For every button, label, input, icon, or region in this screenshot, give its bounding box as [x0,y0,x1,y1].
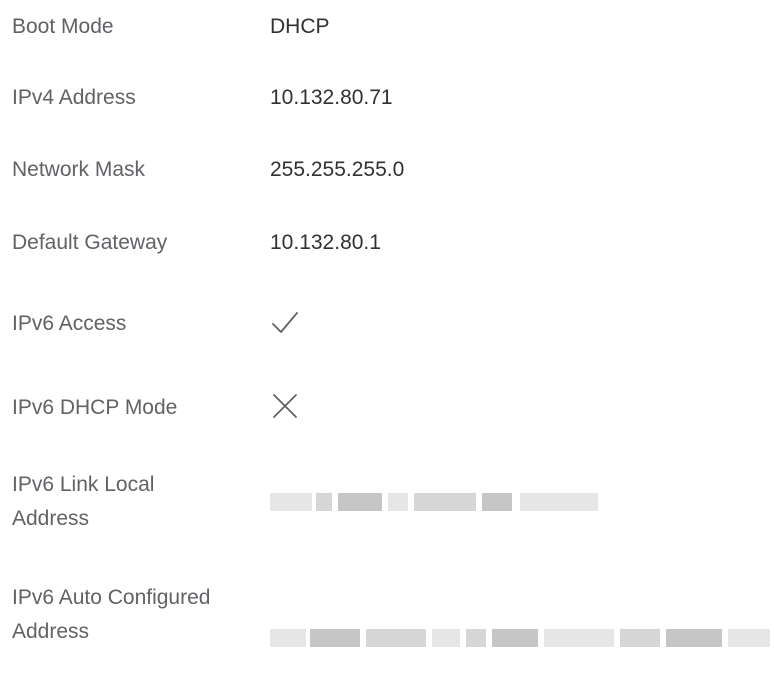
checkmark-icon [270,308,300,338]
ipv6-auto-configured-label: IPv6 Auto Configured Address [12,586,211,643]
default-gateway-label: Default Gateway [12,231,168,254]
ipv6-link-local-label: IPv6 Link Local Address [12,473,155,530]
cross-icon [270,391,300,421]
network-mask-label: Network Mask [12,158,146,181]
ipv6-access-label: IPv6 Access [12,312,127,335]
ipv6-dhcp-mode-label: IPv6 DHCP Mode [12,396,178,419]
network-info-panel: Boot Mode DHCP IPv4 Address 10.132.80.71… [0,0,774,685]
ipv6-auto-configured-value-redacted [270,629,770,647]
boot-mode-value: DHCP [270,15,330,38]
network-mask-value: 255.255.255.0 [270,158,405,181]
default-gateway-value: 10.132.80.1 [270,231,381,254]
ipv6-link-local-value-redacted [270,493,600,511]
boot-mode-label: Boot Mode [12,15,114,38]
ipv4-address-label: IPv4 Address [12,86,136,109]
ipv4-address-value: 10.132.80.71 [270,86,393,109]
